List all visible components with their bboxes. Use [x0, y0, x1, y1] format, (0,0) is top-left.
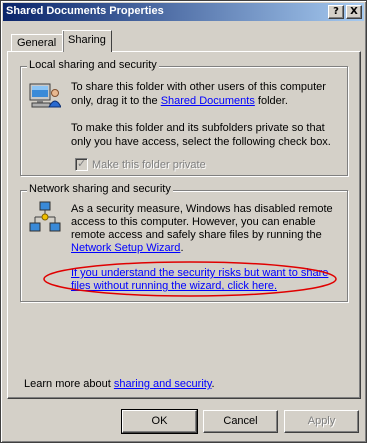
network-para-line2: access to this computer. However, you ca… — [71, 216, 316, 228]
local-para1-prefix: only, drag it to the — [71, 95, 161, 107]
help-button[interactable]: ? — [328, 5, 344, 19]
local-para2-line2: only you have access, select the followi… — [71, 136, 331, 148]
learn-more-text: Learn more about sharing and security. — [24, 378, 215, 391]
ok-button[interactable]: OK — [121, 409, 198, 434]
network-para-line4: Network Setup Wizard. — [71, 242, 184, 255]
sharing-and-security-link[interactable]: sharing and security — [114, 378, 212, 390]
local-sharing-group: Local sharing and security To share this… — [20, 59, 348, 176]
tab-general[interactable]: General — [11, 34, 63, 51]
learn-more-prefix: Learn more about — [24, 378, 114, 390]
title-bar[interactable]: Shared Documents Properties ? X — [3, 3, 364, 21]
network-sharing-group-title: Network sharing and security — [27, 183, 173, 195]
highlight-ellipse — [43, 261, 337, 297]
network-sharing-group: Network sharing and security As a securi… — [20, 183, 348, 302]
network-para-line1: As a security measure, Windows has disab… — [71, 203, 333, 215]
cancel-button[interactable]: Cancel — [203, 410, 278, 433]
local-para1-suffix: folder. — [254, 95, 288, 107]
network-setup-wizard-link[interactable]: Network Setup Wizard — [71, 242, 180, 254]
local-para1-line2: only, drag it to the Shared Documents fo… — [71, 95, 288, 108]
local-para1-line1: To share this folder with other users of… — [71, 81, 326, 93]
sharing-tab-panel: Local sharing and security To share this… — [7, 51, 361, 399]
tab-sharing[interactable]: Sharing — [62, 30, 112, 52]
checkmark-icon: ✓ — [77, 157, 87, 170]
apply-button[interactable]: Apply — [284, 410, 359, 433]
computer-users-icon — [29, 83, 61, 108]
make-private-label: Make this folder private — [92, 159, 206, 171]
make-private-checkbox[interactable]: ✓ — [75, 157, 88, 171]
properties-dialog: Shared Documents Properties ? X General … — [0, 0, 367, 443]
network-icon — [29, 201, 61, 232]
local-para2-line1: To make this folder and its subfolders p… — [71, 122, 325, 134]
shared-documents-link[interactable]: Shared Documents — [161, 95, 255, 107]
local-sharing-group-title: Local sharing and security — [27, 59, 159, 71]
window-title: Shared Documents Properties — [6, 5, 164, 17]
wizard-link-suffix: . — [180, 242, 184, 254]
network-para-line3: remote access and safely share files by … — [71, 229, 322, 241]
close-button[interactable]: X — [346, 5, 362, 19]
learn-more-suffix: . — [211, 378, 215, 390]
